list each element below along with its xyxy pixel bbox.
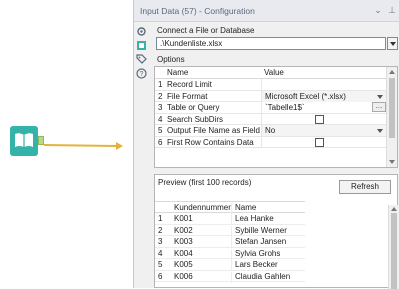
scroll-down-icon[interactable] [389,160,395,164]
option-name: Table or Query [167,103,220,112]
panel-titlebar: Input Data (57) - Configuration ⌄ ⊥ [134,0,399,22]
name-cell: Claudia Gahlen [231,271,290,283]
gear-icon[interactable] [136,26,147,37]
row-number: 3 [158,237,163,246]
browse-table-button[interactable]: … [372,102,386,112]
chevron-down-icon[interactable]: ⌄ [371,5,385,16]
input-data-icon[interactable] [136,40,147,51]
tag-icon[interactable] [136,54,147,65]
input-data-book-icon [15,133,33,147]
option-name: Output File Name as Field [167,126,260,135]
table-row[interactable]: 4 K004 Sylvia Grohs [155,248,305,260]
table-row[interactable]: 2 K002 Sybille Werner [155,225,305,237]
search-subdirs-cell [261,113,387,125]
row-number: 5 [158,260,163,269]
option-name: File Format [167,91,208,101]
table-query-input[interactable]: `Tabelle1$` [261,102,387,113]
name-cell: Stefan Jansen [231,237,286,248]
first-row-data-cell [261,136,387,148]
options-header-name: Name [167,68,189,77]
row-number: 6 [158,271,163,281]
option-row-first-row-data[interactable]: 6 First Row Contains Data [155,136,387,148]
scroll-thumb[interactable] [389,78,395,138]
pin-icon[interactable]: ⊥ [385,5,399,16]
name-cell: Lea Hanke [231,214,274,225]
side-toolbar: ? [134,22,148,288]
options-grid: Name Value 1 Record Limit 2 File Format … [154,66,398,168]
configuration-panel: Input Data (57) - Configuration ⌄ ⊥ ? Co… [133,0,399,289]
kundennummer-cell: K005 [174,260,193,269]
option-name: Record Limit [167,80,212,89]
option-row-file-format[interactable]: 2 File Format Microsoft Excel (*.xlsx) [155,90,387,102]
search-subdirs-checkbox[interactable] [315,114,324,124]
option-name: Search SubDirs [167,114,224,124]
kundennummer-cell: K004 [174,248,193,258]
workflow-canvas[interactable] [0,0,133,288]
name-cell: Sylvia Grohs [231,248,280,260]
file-dropdown-button[interactable] [387,37,398,50]
file-path-input[interactable]: .\Kundenliste.xlsx [156,37,386,50]
options-scrollbar[interactable] [386,67,397,167]
table-row[interactable]: 1 K001 Lea Hanke [155,213,305,225]
table-row[interactable]: 5 K005 Lars Becker [155,259,305,271]
option-name: First Row Contains Data [167,137,254,147]
output-filename-select[interactable]: No [261,125,387,136]
help-icon[interactable]: ? [136,68,147,79]
option-row-search-subdirs[interactable]: 4 Search SubDirs [155,113,387,125]
row-number: 2 [158,225,163,235]
preview-area: Preview (first 100 records) Refresh Kund… [154,174,399,289]
svg-text:?: ? [140,71,144,78]
panel-content: Connect a File or Database .\Kundenliste… [149,22,399,289]
kundennummer-cell: K002 [174,225,193,235]
kundennummer-cell: K006 [174,271,193,281]
scroll-up-icon[interactable] [389,70,395,74]
panel-title: Input Data (57) - Configuration [140,5,255,16]
options-header-value: Value [264,68,284,77]
option-row-record-limit[interactable]: 1 Record Limit [155,79,387,91]
preview-header-kundennummer: Kundennummer [174,203,231,212]
first-row-data-checkbox[interactable] [315,137,324,147]
preview-header-row: Kundennummer Name [155,201,305,214]
option-row-table-query[interactable]: 3 Table or Query `Tabelle1$` … [155,102,387,114]
row-number: 1 [158,214,163,223]
record-limit-input[interactable] [261,79,387,90]
preview-scrollbar[interactable] [388,205,399,289]
scroll-up-icon[interactable] [391,207,397,211]
option-row-output-filename[interactable]: 5 Output File Name as Field No [155,125,387,137]
row-number: 4 [158,248,163,258]
options-label: Options [157,55,185,64]
name-cell: Sybille Werner [231,225,287,237]
preview-label: Preview (first 100 records) [158,178,252,187]
name-cell: Lars Becker [231,260,278,271]
connect-label: Connect a File or Database [157,26,255,35]
table-row[interactable]: 3 K003 Stefan Jansen [155,236,305,248]
kundennummer-cell: K003 [174,237,193,246]
refresh-button[interactable]: Refresh [339,180,391,194]
kundennummer-cell: K001 [174,214,193,223]
scroll-thumb[interactable] [391,213,397,289]
options-header-row: Name Value [155,67,387,79]
table-row[interactable]: 6 K006 Claudia Gahlen [155,271,305,283]
input-data-tool[interactable] [10,126,38,156]
file-format-select[interactable]: Microsoft Excel (*.xlsx) [261,90,387,102]
connection-arrow[interactable] [44,142,124,150]
